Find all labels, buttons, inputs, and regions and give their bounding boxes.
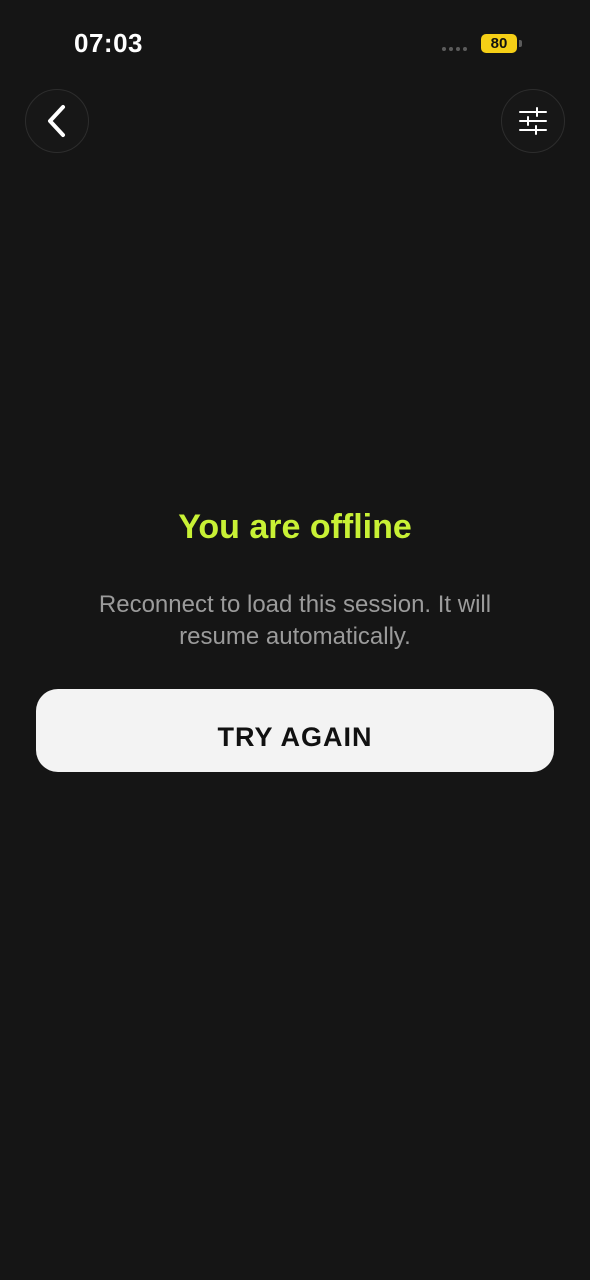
- offline-description: Reconnect to load this session. It will …: [98, 591, 492, 650]
- offline-title: You are offline: [178, 508, 412, 546]
- chevron-left-icon: [48, 105, 65, 137]
- back-button[interactable]: [25, 89, 89, 153]
- status-time: 07:03: [74, 28, 143, 58]
- signal-icon: [442, 47, 467, 51]
- battery-icon: 80: [481, 34, 517, 53]
- filter-button[interactable]: [501, 89, 565, 153]
- try-again-label: TRY AGAIN: [217, 722, 373, 752]
- try-again-button[interactable]: TRY AGAIN: [36, 689, 554, 772]
- status-bar: 07:03 80: [0, 0, 590, 90]
- battery-tip: [519, 40, 522, 47]
- sliders-icon: [519, 107, 547, 135]
